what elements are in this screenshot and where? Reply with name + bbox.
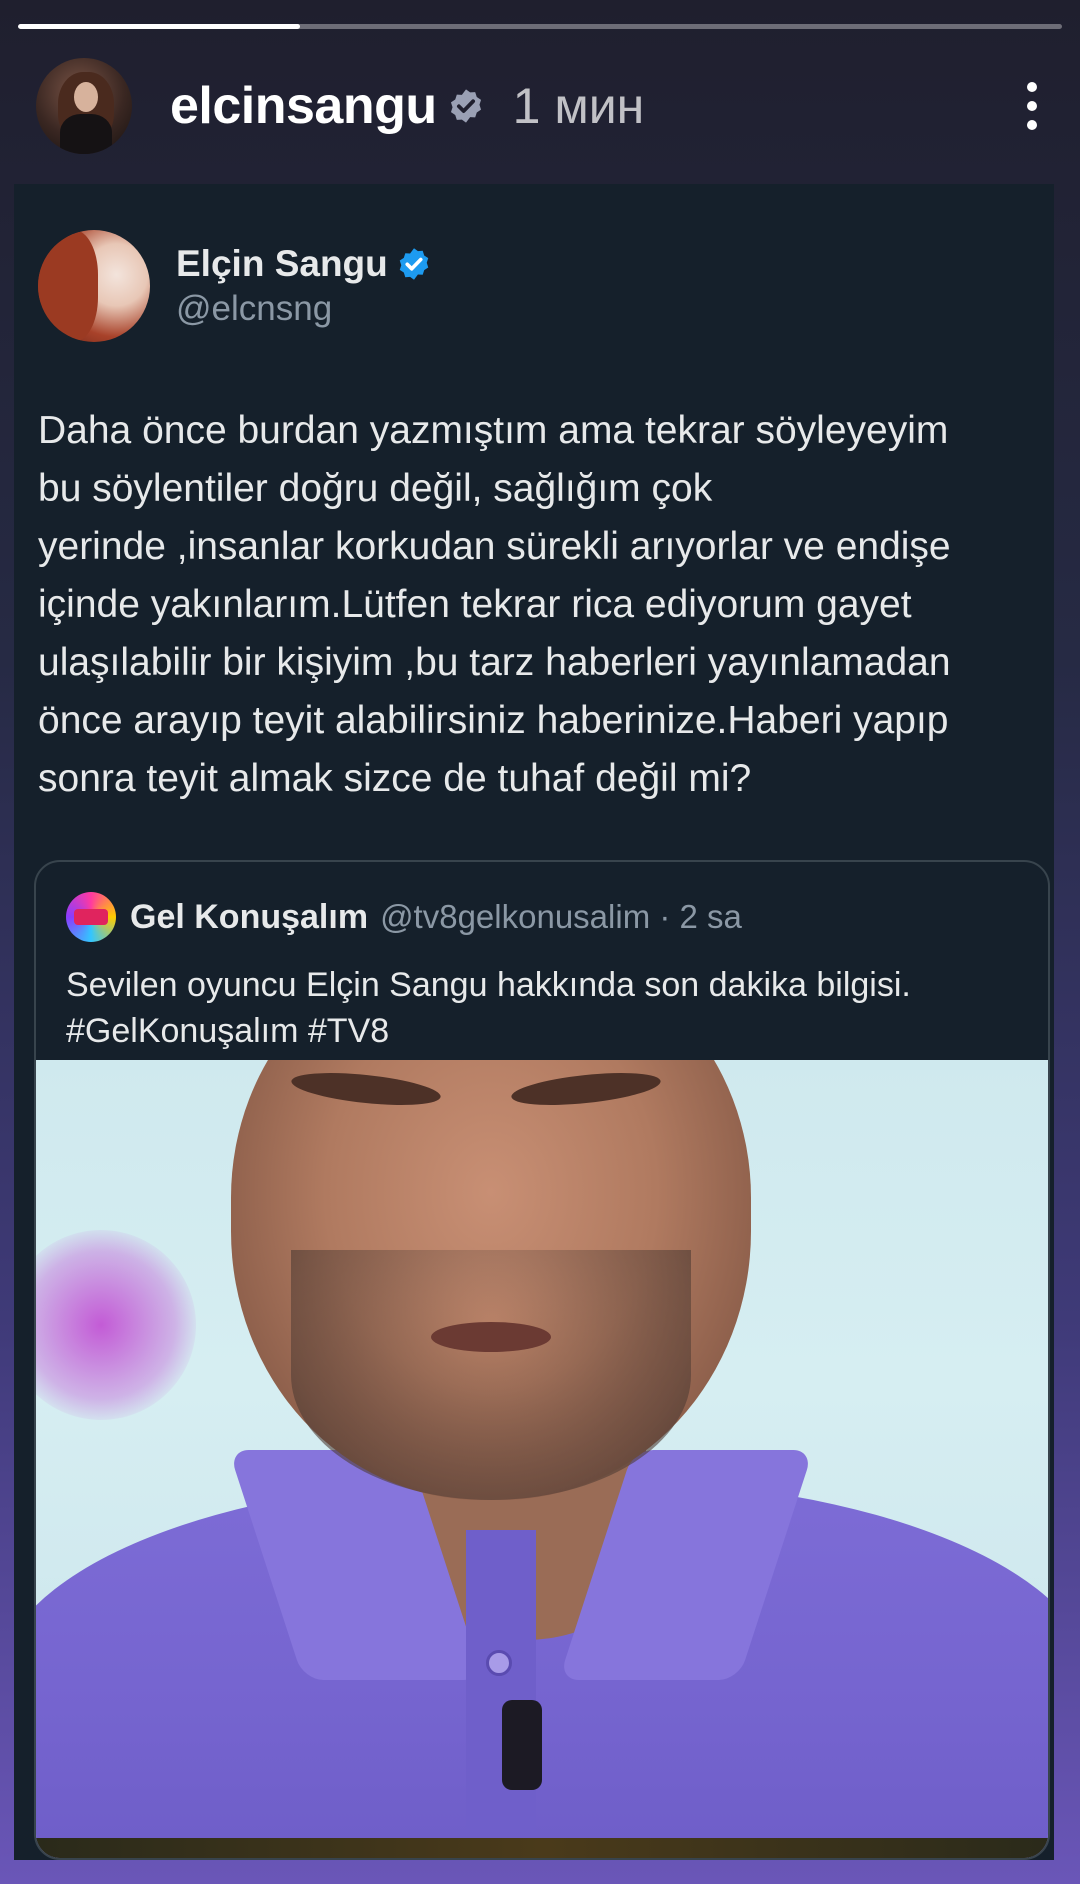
story-header: elcinsangu 1 мин xyxy=(36,58,1056,154)
quoted-tweet-image[interactable] xyxy=(36,1060,1048,1858)
gel-konusalim-logo xyxy=(66,892,116,942)
quoted-tweet-author: Gel Konuşalım @tv8gelkonusalim · 2 sa xyxy=(66,892,742,942)
tweet-author-handle[interactable]: @elcnsng xyxy=(176,289,432,329)
verified-badge-icon xyxy=(447,87,485,125)
tweet-author: Elçin Sangu @elcnsng xyxy=(38,230,432,342)
quoted-tweet-text: Sevilen oyuncu Elçin Sangu hakkında son … xyxy=(66,966,911,1050)
story-progress-fill xyxy=(18,24,300,29)
tweet-author-name[interactable]: Elçin Sangu xyxy=(176,243,388,285)
tweet-card: Elçin Sangu @elcnsng Daha önce burdan ya… xyxy=(14,184,1054,1860)
quoted-tweet-handle-time: @tv8gelkonusalim · 2 sa xyxy=(380,898,742,935)
story-avatar[interactable] xyxy=(36,58,132,154)
quoted-tweet-author-name[interactable]: Gel Konuşalım xyxy=(130,898,368,937)
verified-badge-icon xyxy=(399,248,429,280)
tweet-author-avatar[interactable] xyxy=(38,230,150,342)
story-timestamp: 1 мин xyxy=(512,78,645,134)
tweet-text: Daha önce burdan yazmıştım ama tekrar sö… xyxy=(38,409,951,800)
quoted-tweet[interactable]: Gel Konuşalım @tv8gelkonusalim · 2 sa Se… xyxy=(34,860,1050,1860)
story-progress-bar xyxy=(18,24,1062,29)
more-options-icon[interactable] xyxy=(1008,71,1056,141)
story-username[interactable]: elcinsangu xyxy=(170,76,437,136)
